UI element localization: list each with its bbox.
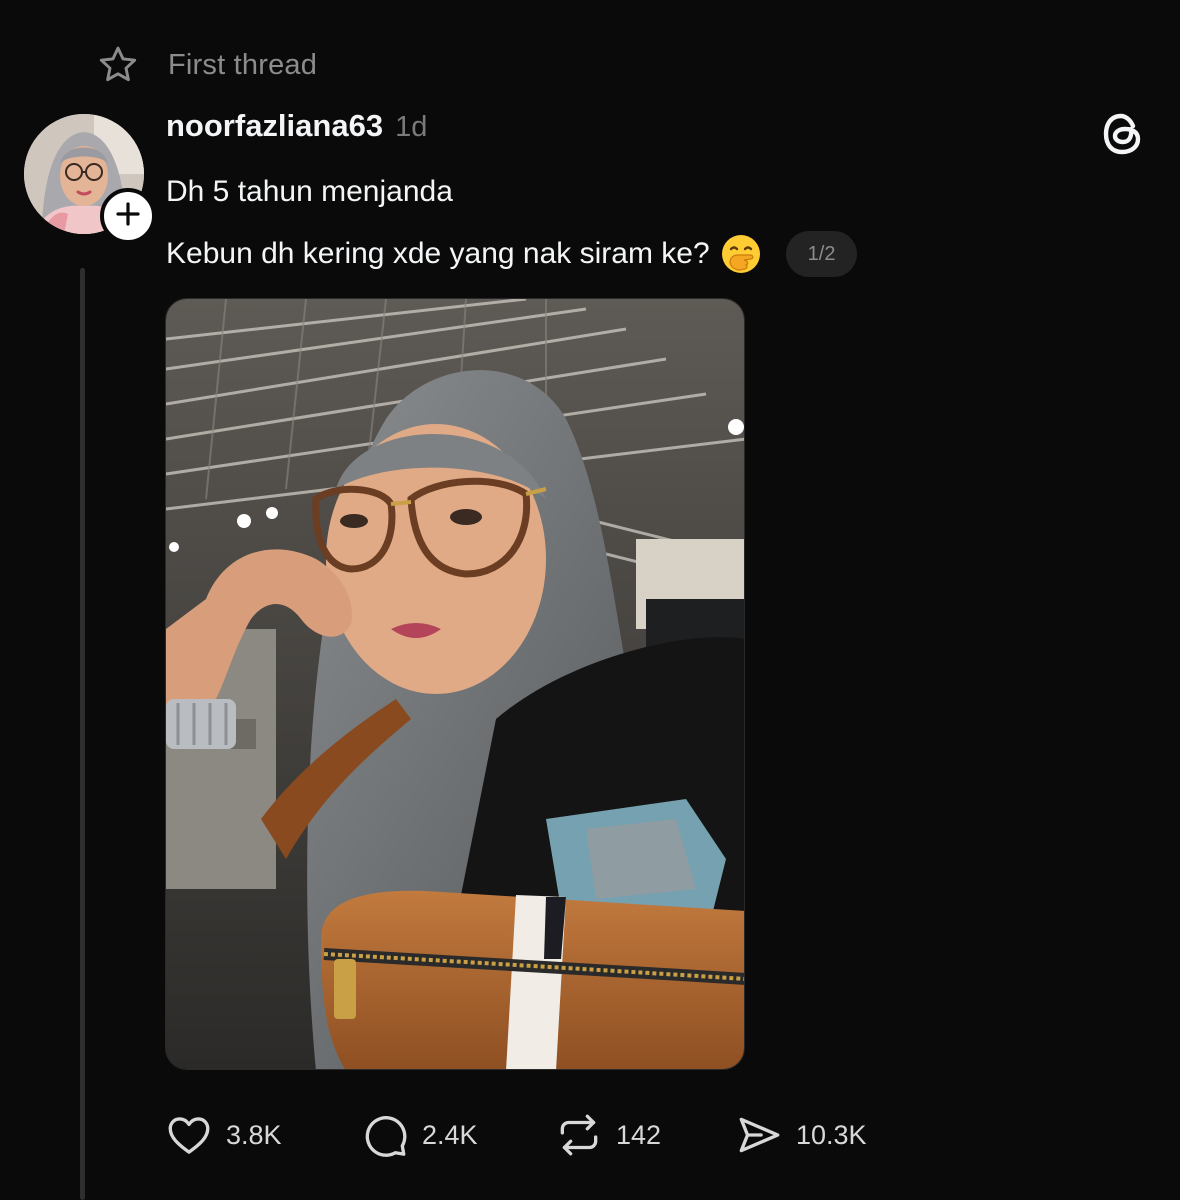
send-icon	[734, 1110, 784, 1160]
star-icon[interactable]	[96, 43, 140, 87]
plus-icon	[115, 201, 141, 232]
post-photo[interactable]	[165, 298, 745, 1070]
reply-count: 2.4K	[422, 1119, 478, 1150]
thread-header: First thread	[96, 42, 317, 88]
post-text-line-1: Dh 5 tahun menjanda	[166, 175, 453, 208]
post-text-line-2-row: Kebun dh kering xde yang nak siram ke? 1…	[166, 231, 858, 277]
post-actions-bar: 3.8K 2.4K 142 10.3K	[164, 1110, 867, 1160]
post-text-line-2: Kebun dh kering xde yang nak siram ke?	[166, 237, 710, 270]
post-timestamp: 1d	[395, 111, 428, 143]
repost-count: 142	[616, 1119, 662, 1150]
thread-connector-line	[80, 268, 85, 1200]
repost-icon	[554, 1110, 604, 1160]
like-count: 3.8K	[226, 1119, 282, 1150]
threads-logo-icon[interactable]	[1100, 110, 1146, 158]
page-indicator-badge: 1/2	[785, 231, 858, 277]
post-author-row: noorfazliana63 1d	[166, 108, 427, 144]
share-button[interactable]: 10.3K	[734, 1110, 867, 1160]
face-with-hand-over-mouth-icon	[720, 233, 762, 275]
thread-label: First thread	[168, 48, 318, 81]
username[interactable]: noorfazliana63	[166, 108, 383, 144]
repost-button[interactable]: 142	[554, 1110, 734, 1160]
speech-bubble-icon	[360, 1110, 410, 1160]
share-count: 10.3K	[796, 1119, 867, 1150]
follow-button[interactable]	[100, 188, 156, 244]
reply-button[interactable]: 2.4K	[360, 1110, 554, 1160]
heart-icon	[164, 1110, 214, 1160]
like-button[interactable]: 3.8K	[164, 1110, 360, 1160]
author-avatar-container[interactable]	[24, 114, 156, 244]
